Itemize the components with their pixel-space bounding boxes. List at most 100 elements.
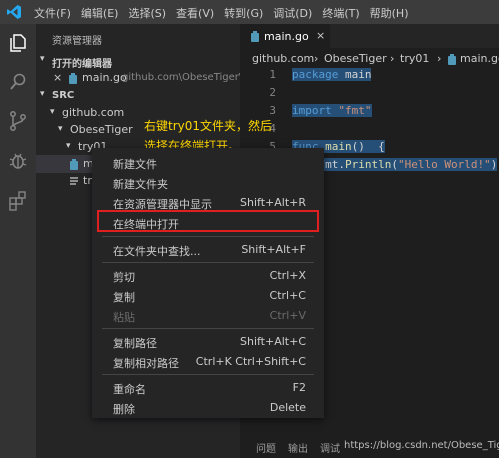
code-token: ) (490, 158, 498, 171)
menu-item-label: 新建文件夹 (113, 178, 168, 191)
menu-bar: 文件(F) 编辑(E) 选择(S) 查看(V) 转到(G) 调试(D) 终端(T… (34, 5, 419, 21)
debug-icon[interactable] (7, 150, 29, 172)
chevron-down-icon: ▾ (50, 107, 55, 117)
code-line: import "fmt" (292, 104, 372, 117)
highlight-box (97, 210, 319, 232)
menu-item-label: 剪切 (113, 271, 135, 284)
tree-item-label: ObeseTiger (70, 123, 133, 136)
code-token: import (292, 104, 332, 117)
menu-item-shortcut: Ctrl+K Ctrl+Shift+C (195, 355, 306, 368)
file-lines-icon (70, 177, 78, 185)
breadcrumb-item[interactable]: ObeseTiger (324, 52, 387, 65)
code-token: package (292, 68, 339, 81)
menu-item-copy-relative-path[interactable]: 复制相对路径 Ctrl+K Ctrl+Shift+C (92, 351, 324, 371)
go-file-icon (251, 31, 259, 42)
menu-item-shortcut: Ctrl+C (269, 289, 306, 302)
open-editors-label: 打开的编辑器 (52, 59, 112, 70)
chevron-right-icon: › (314, 52, 319, 65)
panel-tab-problems[interactable]: 问题 (256, 440, 276, 455)
source-control-icon[interactable] (7, 110, 29, 132)
code-token: Println (344, 158, 392, 171)
menu-item-new-folder[interactable]: 新建文件夹 (92, 172, 324, 192)
code-token: "Hello World!" (397, 158, 491, 171)
menu-go[interactable]: 转到(G) (224, 5, 263, 21)
search-icon[interactable] (7, 71, 29, 93)
menu-item-delete[interactable]: 删除 Delete (92, 397, 324, 417)
line-number: 2 (269, 86, 276, 99)
breadcrumb-item[interactable]: github.com (252, 52, 314, 65)
panel-tab-output[interactable]: 输出 (288, 440, 308, 455)
extensions-icon[interactable] (7, 190, 29, 212)
menu-debug[interactable]: 调试(D) (273, 5, 312, 21)
menu-help[interactable]: 帮助(H) (370, 5, 409, 21)
go-file-icon (448, 54, 456, 65)
menu-separator (102, 328, 314, 329)
menu-item-label: 新建文件 (113, 158, 157, 171)
menu-separator (102, 236, 314, 237)
menu-item-label: 粘贴 (113, 311, 135, 324)
tab-main-go[interactable]: main.go × (240, 24, 330, 48)
src-section[interactable]: ▾ SRC (36, 88, 240, 104)
menu-item-cut[interactable]: 剪切 Ctrl+X (92, 265, 324, 285)
open-editors-section[interactable]: ▾ 打开的编辑器 (36, 53, 240, 70)
code-line: package main (292, 68, 372, 81)
code-token: "fmt" (331, 104, 372, 117)
menu-item-label: 重命名 (113, 383, 146, 396)
menu-item-label: 删除 (113, 403, 135, 416)
menu-item-find-in-folder[interactable]: 在文件夹中查找... Shift+Alt+F (92, 239, 324, 259)
context-menu: 新建文件 新建文件夹 在资源管理器中显示 Shift+Alt+R 在终端中打开 … (92, 148, 324, 418)
line-number: 1 (269, 68, 276, 81)
menu-selection[interactable]: 选择(S) (128, 5, 166, 21)
panel-tab-debug[interactable]: 调试 (320, 440, 340, 455)
menu-item-label: 复制路径 (113, 337, 157, 350)
watermark-text: https://blog.csdn.net/Obese_Tiger (344, 440, 499, 451)
tree-item-label: github.com (62, 106, 125, 119)
chevron-right-icon: › (390, 52, 395, 65)
chevron-down-icon: ▾ (66, 141, 71, 151)
menu-item-shortcut: Ctrl+X (269, 269, 306, 282)
code-token: ( (391, 158, 398, 171)
menu-item-shortcut: Shift+Alt+F (241, 243, 306, 256)
breadcrumb-item[interactable]: try01 (400, 52, 429, 65)
chevron-down-icon: ▾ (40, 89, 45, 99)
menu-item-reveal-in-explorer[interactable]: 在资源管理器中显示 Shift+Alt+R (92, 192, 324, 212)
close-icon[interactable]: × (53, 71, 62, 84)
chevron-right-icon: › (437, 52, 442, 65)
menu-item-label: 复制相对路径 (113, 357, 179, 370)
vscode-logo-icon (7, 5, 21, 19)
menu-item-copy[interactable]: 复制 Ctrl+C (92, 285, 324, 305)
title-bar: 文件(F) 编辑(E) 选择(S) 查看(V) 转到(G) 调试(D) 终端(T… (0, 0, 499, 24)
open-editor-item[interactable]: × main.go github.com\ObeseTiger\try01 (36, 69, 269, 87)
menu-item-shortcut: F2 (292, 381, 306, 394)
src-label: SRC (52, 90, 75, 101)
menu-item-rename[interactable]: 重命名 F2 (92, 377, 324, 397)
menu-edit[interactable]: 编辑(E) (81, 5, 119, 21)
menu-terminal[interactable]: 终端(T) (322, 5, 359, 21)
go-file-icon (70, 159, 78, 170)
activity-bar (0, 24, 36, 458)
menu-item-shortcut: Shift+Alt+R (240, 196, 306, 209)
editor-tab-bar: main.go × (240, 24, 499, 48)
menu-item-shortcut: Ctrl+V (269, 309, 306, 322)
close-icon[interactable]: × (316, 29, 325, 42)
menu-item-label: 在文件夹中查找... (113, 245, 201, 258)
menu-item-shortcut: Shift+Alt+C (239, 335, 306, 348)
go-file-icon (69, 73, 77, 84)
menu-item-copy-path[interactable]: 复制路径 Shift+Alt+C (92, 331, 324, 351)
menu-separator (102, 374, 314, 375)
open-editor-name: main.go (82, 71, 127, 84)
menu-view[interactable]: 查看(V) (176, 5, 214, 21)
menu-item-label: 复制 (113, 291, 135, 304)
files-icon[interactable] (7, 32, 29, 54)
annotation-line: 右键try01文件夹，然后 (144, 119, 273, 133)
chevron-down-icon: ▾ (40, 54, 45, 64)
code-token: () { (351, 140, 385, 153)
menu-separator (102, 262, 314, 263)
menu-item-shortcut: Delete (269, 401, 306, 414)
code-token: main (338, 68, 372, 81)
tab-label: main.go (264, 30, 309, 43)
menu-file[interactable]: 文件(F) (34, 5, 71, 21)
menu-item-new-file[interactable]: 新建文件 (92, 152, 324, 172)
chevron-down-icon: ▾ (58, 124, 63, 134)
breadcrumb-item[interactable]: main.go (460, 52, 499, 65)
